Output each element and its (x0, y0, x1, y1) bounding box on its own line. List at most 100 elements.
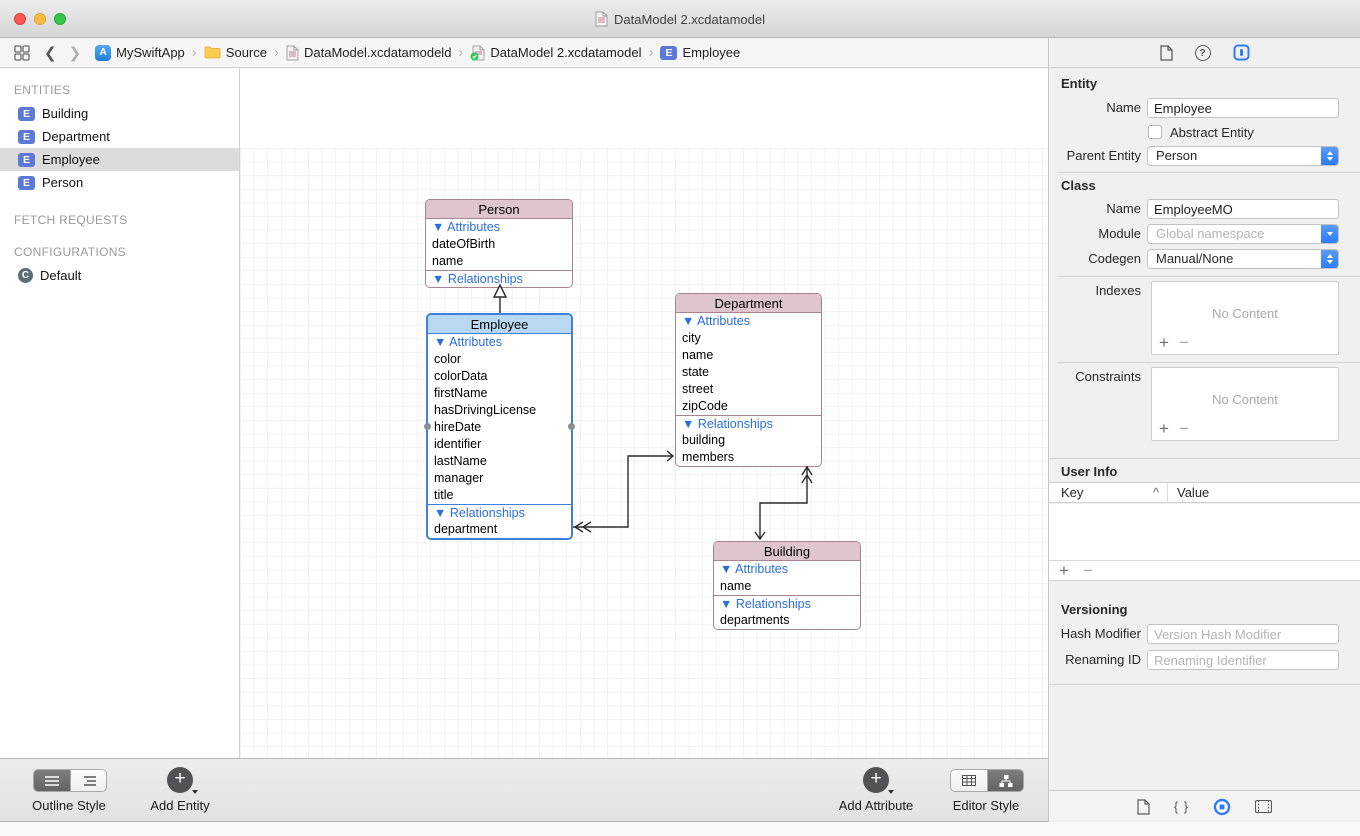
editor-style-graph-icon[interactable] (987, 770, 1023, 791)
entity-box-employee[interactable]: Employee ▼ AttributescolorcolorDatafirst… (426, 313, 573, 540)
forward-button[interactable]: ❯ (69, 44, 82, 62)
abstract-entity-checkbox[interactable] (1148, 125, 1162, 139)
attribute-row[interactable]: identifier (428, 436, 571, 453)
attribute-row[interactable]: hireDate (428, 419, 571, 436)
attribute-row[interactable]: lastName (428, 453, 571, 470)
key-column-header[interactable]: Key (1061, 483, 1083, 503)
add-attribute-button[interactable]: + (863, 767, 889, 793)
entity-title[interactable]: Department (676, 294, 821, 313)
attribute-row[interactable]: colorData (428, 368, 571, 385)
quick-help-inspector-tab-icon[interactable]: { } (1174, 799, 1189, 814)
module-combo-box[interactable]: Global namespace (1147, 224, 1339, 244)
renaming-id-field[interactable] (1147, 650, 1339, 670)
relationship-row[interactable]: building (676, 432, 821, 449)
user-info-section-title: User Info (1061, 464, 1117, 479)
model-diagram-canvas[interactable]: Person ▼ AttributesdateOfBirthname▼ Rela… (240, 68, 1048, 758)
relationship-row[interactable]: departments (714, 612, 860, 629)
entity-name-field[interactable] (1147, 98, 1339, 118)
sidebar-item-employee[interactable]: E Employee (0, 148, 239, 171)
outline-style-hierarchical-icon[interactable] (70, 770, 106, 791)
version-inspector-tab-icon[interactable] (1255, 800, 1272, 813)
attribute-row[interactable]: manager (428, 470, 571, 487)
attribute-row[interactable]: color (428, 351, 571, 368)
inspector-toggle-icon[interactable] (1233, 44, 1250, 61)
add-entity-button[interactable]: + (167, 767, 193, 793)
entity-title[interactable]: Employee (428, 315, 571, 334)
constraints-remove-button[interactable]: − (1179, 419, 1189, 438)
attribute-row[interactable]: title (428, 487, 571, 504)
attributes-section-header[interactable]: ▼ Attributes (428, 334, 571, 351)
module-label: Module (1049, 226, 1141, 241)
relationships-section-header[interactable]: ▼ Relationships (426, 270, 572, 287)
attribute-row[interactable]: dateOfBirth (426, 236, 572, 253)
editor-style-table-icon[interactable] (951, 770, 987, 791)
sidebar-item-person[interactable]: E Person (0, 171, 239, 194)
outline-style-flat-icon[interactable] (34, 770, 70, 791)
file-inspector-tab-icon[interactable] (1137, 799, 1150, 815)
selection-handle[interactable] (424, 423, 431, 430)
breadcrumb-project[interactable]: A MySwiftApp (95, 45, 185, 61)
user-info-table[interactable] (1049, 504, 1360, 560)
entity-name-label: Name (1049, 100, 1141, 115)
user-info-table-header[interactable]: Key ^ Value (1049, 482, 1360, 503)
entity-box-department[interactable]: Department ▼ Attributescitynamestatestre… (675, 293, 822, 467)
relationship-row[interactable]: members (676, 449, 821, 466)
editor-style-segmented-control[interactable] (950, 769, 1024, 792)
parent-entity-dropdown[interactable]: Person (1147, 146, 1339, 166)
sidebar-item-department[interactable]: E Department (0, 125, 239, 148)
indexes-table[interactable]: No Content +− (1151, 281, 1339, 355)
relationships-section-header[interactable]: ▼ Relationships (676, 415, 821, 432)
entity-section-title: Entity (1061, 76, 1097, 91)
quick-help-icon[interactable]: ? (1195, 45, 1211, 61)
sidebar-item-default-configuration[interactable]: C Default (0, 264, 239, 287)
entity-title[interactable]: Building (714, 542, 860, 561)
codegen-dropdown[interactable]: Manual/None (1147, 249, 1339, 269)
back-button[interactable]: ❮ (44, 44, 57, 62)
data-model-inspector-tab-icon[interactable] (1213, 798, 1231, 816)
indexes-add-button[interactable]: + (1159, 333, 1169, 352)
attribute-row[interactable]: city (676, 330, 821, 347)
relationship-row[interactable]: department (428, 521, 571, 538)
user-info-remove-button[interactable]: − (1083, 561, 1093, 581)
attribute-row[interactable]: hasDrivingLicense (428, 402, 571, 419)
attributes-section-header[interactable]: ▼ Attributes (676, 313, 821, 330)
versioning-section-title: Versioning (1061, 602, 1127, 617)
relationships-section-header[interactable]: ▼ Relationships (714, 595, 860, 612)
attribute-row[interactable]: firstName (428, 385, 571, 402)
breadcrumb-group[interactable]: Source (204, 45, 267, 60)
data-model-inspector: Entity Name Abstract Entity Parent Entit… (1048, 68, 1360, 822)
attribute-row[interactable]: name (714, 578, 860, 595)
xcode-window: DataModel 2.xcdatamodel ❮ ❯ A MySwiftApp… (0, 0, 1360, 836)
configurations-section-header: CONFIGURATIONS (0, 240, 239, 264)
attribute-row[interactable]: street (676, 381, 821, 398)
attribute-row[interactable]: zipCode (676, 398, 821, 415)
constraints-add-button[interactable]: + (1159, 419, 1169, 438)
class-name-field[interactable] (1147, 199, 1339, 219)
breadcrumb-model-container[interactable]: DataModel.xcdatamodeld (286, 45, 451, 61)
entity-box-person[interactable]: Person ▼ AttributesdateOfBirthname▼ Rela… (425, 199, 573, 288)
file-inspector-icon[interactable] (1160, 45, 1173, 61)
relationships-section-header[interactable]: ▼ Relationships (428, 504, 571, 521)
selection-handle[interactable] (568, 423, 575, 430)
constraints-table[interactable]: No Content +− (1151, 367, 1339, 441)
breadcrumb-entity[interactable]: E Employee (660, 45, 740, 60)
user-info-add-button[interactable]: + (1059, 561, 1069, 581)
entity-box-building[interactable]: Building ▼ Attributesname▼ Relationships… (713, 541, 861, 630)
editor-style-label: Editor Style (931, 798, 1041, 813)
sidebar-item-building[interactable]: E Building (0, 102, 239, 125)
add-attribute-caret-icon[interactable] (888, 790, 894, 794)
attributes-section-header[interactable]: ▼ Attributes (714, 561, 860, 578)
breadcrumb-separator: › (458, 44, 463, 61)
add-entity-caret-icon[interactable] (192, 790, 198, 794)
hash-modifier-field[interactable] (1147, 624, 1339, 644)
attribute-row[interactable]: name (426, 253, 572, 270)
outline-style-segmented-control[interactable] (33, 769, 107, 792)
attributes-section-header[interactable]: ▼ Attributes (426, 219, 572, 236)
attribute-row[interactable]: name (676, 347, 821, 364)
entity-title[interactable]: Person (426, 200, 572, 219)
breadcrumb-model-version[interactable]: DataModel 2.xcdatamodel (470, 45, 641, 61)
related-items-icon[interactable] (14, 45, 30, 61)
attribute-row[interactable]: state (676, 364, 821, 381)
indexes-remove-button[interactable]: − (1179, 333, 1189, 352)
value-column-header[interactable]: Value (1177, 483, 1209, 503)
